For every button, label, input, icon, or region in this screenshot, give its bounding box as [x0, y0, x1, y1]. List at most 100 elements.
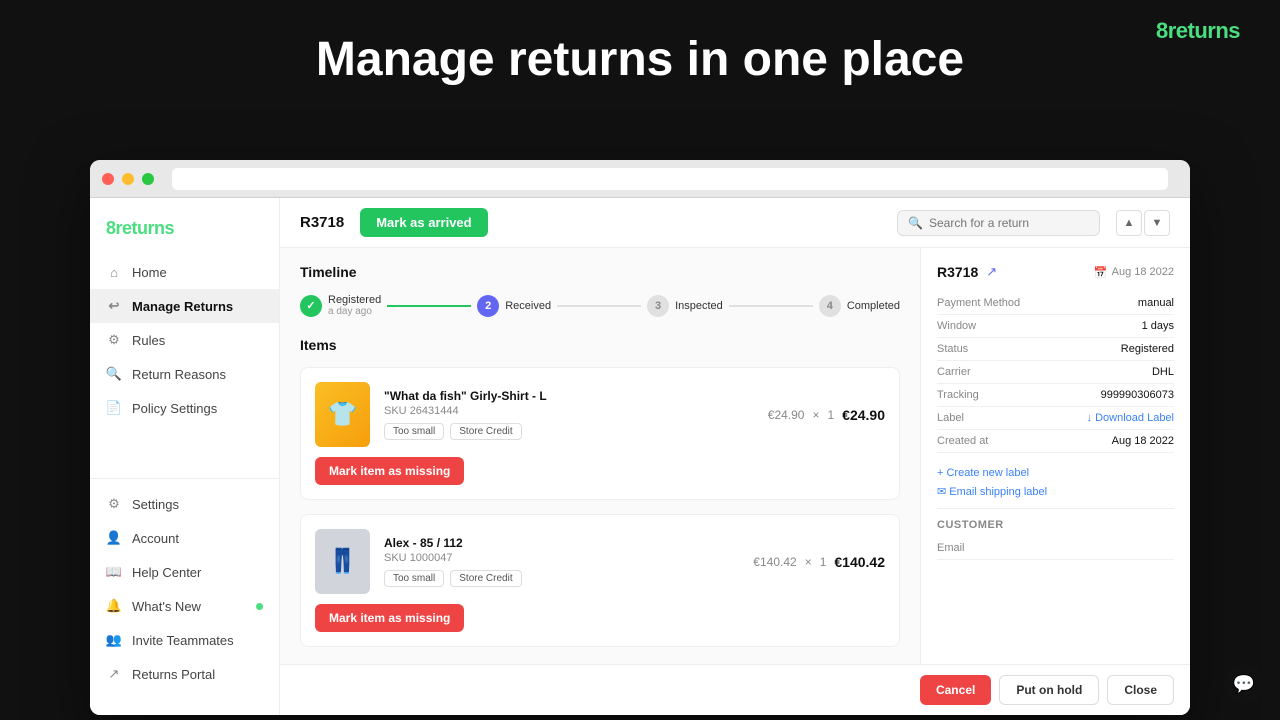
help-icon: 📖: [106, 564, 122, 580]
returns-icon: ↩: [106, 298, 122, 314]
item-details-1: "What da fish" Girly-Shirt - L SKU 26431…: [384, 389, 754, 440]
mark-missing-button-2[interactable]: Mark item as missing: [315, 604, 464, 632]
sidebar-item-manage-returns[interactable]: ↩ Manage Returns: [90, 289, 279, 323]
sidebar-item-home[interactable]: ⌂ Home: [90, 255, 279, 289]
sidebar-label-home: Home: [132, 265, 167, 280]
prev-arrow-button[interactable]: ▲: [1116, 210, 1142, 236]
sidebar-nav: ⌂ Home ↩ Manage Returns ⚙ Rules 🔍 Return…: [90, 255, 279, 478]
step-inspected-info: Inspected: [675, 300, 723, 312]
email-field-label: Email: [937, 542, 965, 554]
step-inspected-icon: 3: [647, 295, 669, 317]
invite-icon: 👥: [106, 632, 122, 648]
step-completed-label: Completed: [847, 300, 900, 312]
timeline-title: Timeline: [300, 264, 900, 280]
item-tag-too-small-1: Too small: [384, 423, 444, 440]
search-input[interactable]: [929, 216, 1089, 230]
info-row-window: Window 1 days: [937, 315, 1174, 338]
sidebar-label-whats-new: What's New: [132, 599, 201, 614]
external-link-icon[interactable]: ↗: [986, 264, 997, 280]
item-shirt-emoji: 👕: [315, 382, 370, 447]
brand-number: 8: [1156, 18, 1168, 43]
info-row-tracking: Tracking 999990306073: [937, 384, 1174, 407]
step-received-icon: 2: [477, 295, 499, 317]
window-maximize-dot[interactable]: [142, 173, 154, 185]
info-row-email: Email: [937, 537, 1174, 560]
item-card-1: 👕 "What da fish" Girly-Shirt - L SKU 264…: [300, 367, 900, 500]
sidebar-label-help: Help Center: [132, 565, 201, 580]
info-row-status: Status Registered: [937, 338, 1174, 361]
info-row-created: Created at Aug 18 2022: [937, 430, 1174, 453]
search-bar[interactable]: 🔍: [897, 210, 1100, 236]
sidebar-item-whats-new[interactable]: 🔔 What's New: [90, 589, 279, 623]
mark-arrived-button[interactable]: Mark as arrived: [360, 208, 487, 237]
chat-icon: 💬: [1233, 674, 1255, 695]
chat-bubble-button[interactable]: 💬: [1224, 664, 1264, 704]
download-label-link[interactable]: ↓ Download Label: [1087, 412, 1174, 424]
policy-icon: 📄: [106, 400, 122, 416]
item-sku-1: SKU 26431444: [384, 405, 754, 417]
create-label-link[interactable]: + Create new label: [937, 467, 1174, 479]
timeline-step-registered: ✓ Registered a day ago: [300, 294, 381, 317]
right-panel-header: R3718 ↗ 📅 Aug 18 2022: [937, 264, 1174, 280]
carrier-value: DHL: [1152, 366, 1174, 378]
put-on-hold-button[interactable]: Put on hold: [999, 675, 1099, 705]
label-links: + Create new label ✉ Email shipping labe…: [937, 467, 1174, 498]
item-qty-1: 1: [827, 408, 834, 422]
window-value: 1 days: [1142, 320, 1174, 332]
sidebar-item-help-center[interactable]: 📖 Help Center: [90, 555, 279, 589]
sidebar-item-account[interactable]: 👤 Account: [90, 521, 279, 555]
sidebar-item-return-reasons[interactable]: 🔍 Return Reasons: [90, 357, 279, 391]
timeline-step-received: 2 Received: [477, 295, 551, 317]
close-button[interactable]: Close: [1107, 675, 1174, 705]
step-registered-icon: ✓: [300, 295, 322, 317]
item-sku-2: SKU 1000047: [384, 552, 739, 564]
footer-bar: Cancel Put on hold Close: [280, 664, 1190, 715]
item-tags-2: Too small Store Credit: [384, 570, 739, 587]
step-completed-icon: 4: [819, 295, 841, 317]
info-table: Payment Method manual Window 1 days Stat…: [937, 292, 1174, 453]
sidebar-item-settings[interactable]: ⚙ Settings: [90, 487, 279, 521]
window-label: Window: [937, 320, 976, 332]
step-registered-sublabel: a day ago: [328, 306, 381, 317]
sidebar-item-invite[interactable]: 👥 Invite Teammates: [90, 623, 279, 657]
sidebar-item-policy-settings[interactable]: 📄 Policy Settings: [90, 391, 279, 425]
item-row-1: 👕 "What da fish" Girly-Shirt - L SKU 264…: [315, 382, 885, 447]
cancel-button[interactable]: Cancel: [920, 675, 991, 705]
main-header: R3718 Mark as arrived 🔍 ▲ ▼: [280, 198, 1190, 248]
sidebar-label-policy-settings: Policy Settings: [132, 401, 217, 416]
sidebar-item-rules[interactable]: ⚙ Rules: [90, 323, 279, 357]
timeline-line-1: [387, 305, 471, 307]
mark-missing-button-1[interactable]: Mark item as missing: [315, 457, 464, 485]
window-minimize-dot[interactable]: [122, 173, 134, 185]
item-image-1: 👕: [315, 382, 370, 447]
new-notification-dot: [256, 603, 263, 610]
carrier-label: Carrier: [937, 366, 971, 378]
right-panel: R3718 ↗ 📅 Aug 18 2022 Payment Method man…: [920, 248, 1190, 664]
item-price-1: €24.90: [768, 408, 805, 422]
next-arrow-button[interactable]: ▼: [1144, 210, 1170, 236]
left-panel: Timeline ✓ Registered a day ago 2: [280, 248, 920, 664]
timeline-step-completed: 4 Completed: [819, 295, 900, 317]
item-qty-2: 1: [820, 555, 827, 569]
tracking-value: 999990306073: [1101, 389, 1174, 401]
brand-returns: returns: [116, 218, 175, 238]
sidebar-label-rules: Rules: [132, 333, 165, 348]
info-row-payment: Payment Method manual: [937, 292, 1174, 315]
brand-text: returns: [1168, 18, 1240, 43]
step-registered-info: Registered a day ago: [328, 294, 381, 317]
item-image-2: 👖: [315, 529, 370, 594]
label-label: Label: [937, 412, 964, 424]
home-icon: ⌂: [106, 264, 122, 280]
tracking-label: Tracking: [937, 389, 979, 401]
sidebar-item-portal[interactable]: ↗ Returns Portal: [90, 657, 279, 691]
item-name-2: Alex - 85 / 112: [384, 536, 739, 550]
info-row-carrier: Carrier DHL: [937, 361, 1174, 384]
address-bar[interactable]: [172, 168, 1168, 190]
sidebar-bottom: ⚙ Settings 👤 Account 📖 Help Center 🔔 Wha…: [90, 478, 279, 699]
content-area: Timeline ✓ Registered a day ago 2: [280, 248, 1190, 664]
hero-title: Manage returns in one place: [0, 0, 1280, 111]
sidebar-label-invite: Invite Teammates: [132, 633, 234, 648]
window-close-dot[interactable]: [102, 173, 114, 185]
step-registered-label: Registered: [328, 294, 381, 306]
email-label-link[interactable]: ✉ Email shipping label: [937, 485, 1174, 498]
